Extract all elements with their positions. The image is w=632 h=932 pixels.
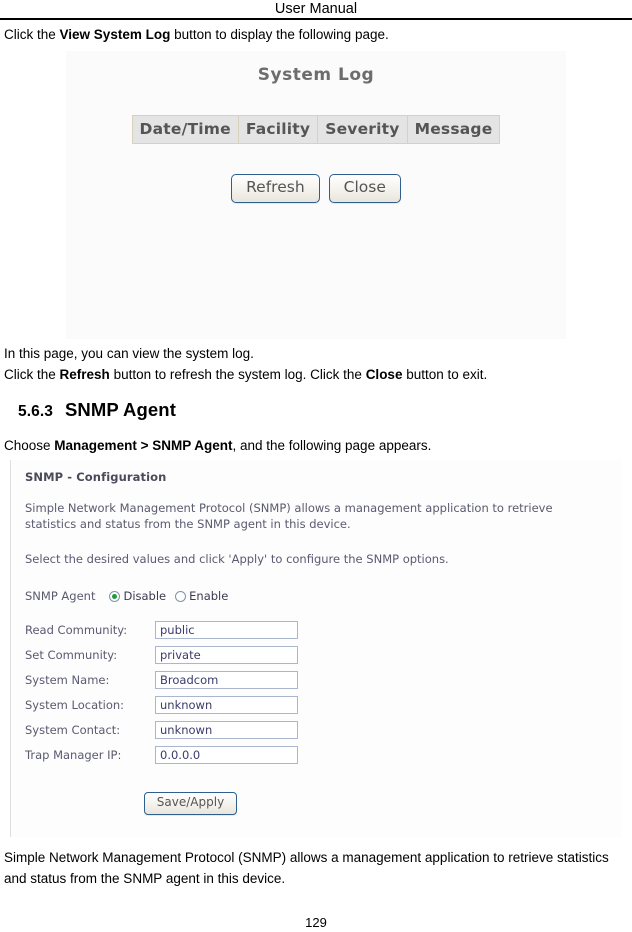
field-row-system-name: System Name: <box>25 667 622 692</box>
column-header-facility: Facility <box>237 115 319 144</box>
save-apply-button[interactable]: Save/Apply <box>143 792 238 815</box>
snmp-panel-title: SNMP - Configuration <box>25 470 167 484</box>
label-system-name: System Name: <box>25 672 110 687</box>
label-system-location: System Location: <box>25 697 125 712</box>
close-button[interactable]: Close <box>328 174 401 203</box>
snmp-paragraph-1: Simple Network Management Protocol (SNMP… <box>25 501 553 531</box>
snmp-configuration-screenshot: SNMP - Configuration Simple Network Mana… <box>10 460 622 837</box>
desc2-bold-close: Close <box>365 367 403 382</box>
snmp-agent-row: SNMP Agent Disable Enable <box>11 589 622 603</box>
input-set-community[interactable] <box>155 645 298 664</box>
desc2-post: button to exit. <box>402 367 488 382</box>
choose-bold-path: Management > SNMP Agent <box>54 438 233 453</box>
column-header-message: Message <box>406 115 501 144</box>
system-log-screenshot: System Log Date/Time Facility Severity M… <box>66 51 566 339</box>
radio-option-enable[interactable]: Enable <box>175 589 228 603</box>
radio-enable-icon[interactable] <box>175 590 187 602</box>
field-row-read-community: Read Community: <box>25 617 622 642</box>
radio-disable-label: Disable <box>123 589 167 603</box>
input-system-location[interactable] <box>155 695 298 714</box>
system-log-description: In this page, you can view the system lo… <box>0 339 632 385</box>
radio-enable-label: Enable <box>189 589 229 603</box>
field-row-trap-manager-ip: Trap Manager IP: <box>25 742 622 767</box>
desc2-bold-refresh: Refresh <box>59 367 110 382</box>
field-row-system-location: System Location: <box>25 692 622 717</box>
intro-text-post: button to display the following page. <box>170 27 389 42</box>
intro-text-pre: Click the <box>4 27 60 42</box>
page-running-head: User Manual <box>0 0 632 18</box>
snmp-fields-group: Read Community: Set Community: System Na… <box>11 617 622 767</box>
input-read-community[interactable] <box>155 620 298 639</box>
desc2-mid: button to refresh the system log. Click … <box>109 367 366 382</box>
system-log-description-line2: Click the Refresh button to refresh the … <box>4 364 628 385</box>
input-system-name[interactable] <box>155 670 298 689</box>
desc2-pre: Click the <box>4 367 60 382</box>
radio-disable-icon[interactable] <box>109 590 121 602</box>
system-log-title: System Log <box>257 65 375 85</box>
label-trap-manager-ip: Trap Manager IP: <box>25 747 122 762</box>
refresh-button[interactable]: Refresh <box>231 174 320 203</box>
choose-post: , and the following page appears. <box>232 438 432 453</box>
intro-bold-view-system-log: View System Log <box>59 27 171 42</box>
snmp-paragraph-2: Select the desired values and click 'App… <box>25 552 449 566</box>
running-head-text: User Manual <box>274 1 358 17</box>
page-number: 129 <box>305 915 327 930</box>
column-header-datetime: Date/Time <box>131 115 239 144</box>
column-header-severity: Severity <box>317 115 408 144</box>
system-log-table-container: Date/Time Facility Severity Message <box>66 115 566 144</box>
closing-paragraph: Simple Network Management Protocol (SNMP… <box>4 850 609 886</box>
snmp-agent-label: SNMP Agent <box>25 589 96 603</box>
section-heading-snmp-agent: 5.6.3 SNMP Agent <box>0 385 632 431</box>
label-read-community: Read Community: <box>25 622 128 637</box>
label-system-contact: System Contact: <box>25 722 121 737</box>
field-row-set-community: Set Community: <box>25 642 622 667</box>
system-log-description-line1: In this page, you can view the system lo… <box>4 346 254 361</box>
system-log-button-bar: Refresh Close <box>66 174 566 203</box>
intro-paragraph: Click the View System Log button to disp… <box>0 20 632 45</box>
choose-menu-paragraph: Choose Management > SNMP Agent, and the … <box>0 431 632 456</box>
radio-option-disable[interactable]: Disable <box>109 589 166 603</box>
choose-pre: Choose <box>4 438 55 453</box>
input-system-contact[interactable] <box>155 720 298 739</box>
section-number: 5.6.3 <box>18 403 53 420</box>
field-row-system-contact: System Contact: <box>25 717 622 742</box>
section-title: SNMP Agent <box>64 399 176 420</box>
label-set-community: Set Community: <box>25 647 118 662</box>
snmp-apply-button-bar: Save/Apply <box>11 792 622 815</box>
input-trap-manager-ip[interactable] <box>155 745 298 764</box>
system-log-table: Date/Time Facility Severity Message <box>131 115 501 144</box>
table-header-row: Date/Time Facility Severity Message <box>131 115 501 144</box>
